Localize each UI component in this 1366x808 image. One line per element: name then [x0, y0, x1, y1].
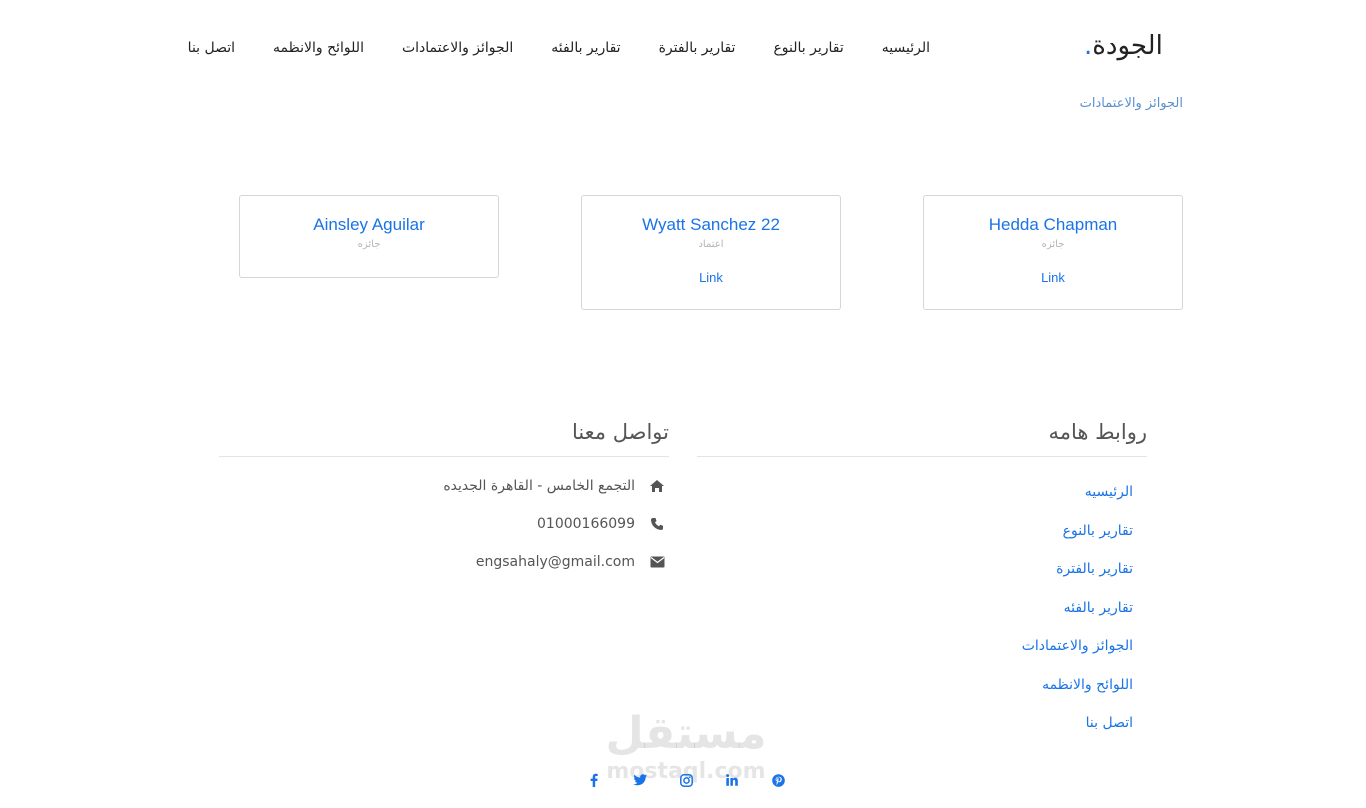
card-type: اعتماد: [698, 239, 724, 250]
nav-reports-by-category[interactable]: تقارير بالفئه: [551, 36, 620, 60]
nav-home[interactable]: الرئيسيه: [882, 36, 930, 60]
brand-dot: .: [1084, 31, 1093, 61]
footer-links-title: روابط هامه: [697, 420, 1147, 457]
contact-address-row: التجمع الخامس - القاهرة الجديده: [219, 467, 669, 505]
footer-link-regulations[interactable]: اللوائح والانظمه: [1042, 677, 1133, 693]
brand-name: الجودة: [1092, 31, 1163, 61]
linkedin-icon[interactable]: [724, 772, 740, 788]
footer-link-reports-by-category[interactable]: تقارير بالفئه: [1064, 600, 1133, 616]
footer-link-awards[interactable]: الجوائز والاعتمادات: [1022, 638, 1133, 654]
contact-address: التجمع الخامس - القاهرة الجديده: [443, 478, 635, 494]
footer-links-list: الرئيسيه تقارير بالنوع تقارير بالفترة تق…: [697, 481, 1147, 751]
nav-regulations[interactable]: اللوائح والانظمه: [273, 36, 364, 60]
list-item: تقارير بالفترة: [697, 558, 1133, 597]
footer-links-section: روابط هامه الرئيسيه تقارير بالنوع تقارير…: [697, 420, 1147, 751]
card-title: Ainsley Aguilar: [313, 215, 425, 234]
list-item: اللوائح والانظمه: [697, 674, 1133, 713]
footer-contact-title: تواصل معنا: [219, 420, 669, 457]
contact-email-row: engsahaly@gmail.com: [219, 543, 669, 581]
nav-reports-by-period[interactable]: تقارير بالفترة: [659, 36, 736, 60]
list-item: الرئيسيه: [697, 481, 1133, 520]
nav-contact[interactable]: اتصل بنا: [188, 36, 235, 60]
footer-contact-section: تواصل معنا التجمع الخامس - القاهرة الجدي…: [219, 420, 669, 581]
footer-link-reports-by-type[interactable]: تقارير بالنوع: [1063, 523, 1133, 539]
list-item: الجوائز والاعتمادات: [697, 635, 1133, 674]
brand-logo[interactable]: الجودة .: [1080, 28, 1180, 64]
card-type: جائزه: [1041, 239, 1065, 250]
award-card: Hedda Chapman جائزه Link: [923, 195, 1183, 310]
footer-link-contact[interactable]: اتصل بنا: [1086, 715, 1133, 731]
facebook-icon[interactable]: [586, 772, 602, 788]
phone-icon: [645, 517, 669, 531]
social-links: [586, 772, 786, 788]
card-title: Hedda Chapman: [988, 215, 1118, 234]
contact-email: engsahaly@gmail.com: [475, 554, 635, 570]
list-item: اتصل بنا: [697, 712, 1133, 751]
award-card: Ainsley Aguilar جائزه: [239, 195, 499, 278]
nav-reports-by-type[interactable]: تقارير بالنوع: [773, 36, 843, 60]
footer-link-reports-by-period[interactable]: تقارير بالفترة: [1056, 561, 1133, 577]
list-item: تقارير بالنوع: [697, 520, 1133, 559]
contact-phone-row: 01000166099: [219, 505, 669, 543]
card-title: Wyatt Sanchez 22: [642, 215, 780, 234]
card-type: جائزه: [357, 239, 381, 250]
twitter-icon[interactable]: [632, 772, 648, 788]
card-link[interactable]: Link: [1041, 270, 1065, 285]
breadcrumb[interactable]: الجوائز والاعتمادات: [1080, 96, 1183, 111]
list-item: تقارير بالفئه: [697, 597, 1133, 636]
envelope-icon: [645, 556, 669, 568]
pinterest-icon[interactable]: [770, 772, 786, 788]
contact-phone: 01000166099: [537, 516, 635, 532]
home-icon: [645, 479, 669, 493]
card-link[interactable]: Link: [699, 270, 723, 285]
instagram-icon[interactable]: [678, 772, 694, 788]
main-nav: الرئيسيه تقارير بالنوع تقارير بالفترة تق…: [188, 36, 930, 60]
footer-link-home[interactable]: الرئيسيه: [1085, 484, 1133, 500]
contact-list: التجمع الخامس - القاهرة الجديده 01000166…: [219, 467, 669, 581]
nav-awards[interactable]: الجوائز والاعتمادات: [402, 36, 513, 60]
award-card: Wyatt Sanchez 22 اعتماد Link: [581, 195, 841, 310]
